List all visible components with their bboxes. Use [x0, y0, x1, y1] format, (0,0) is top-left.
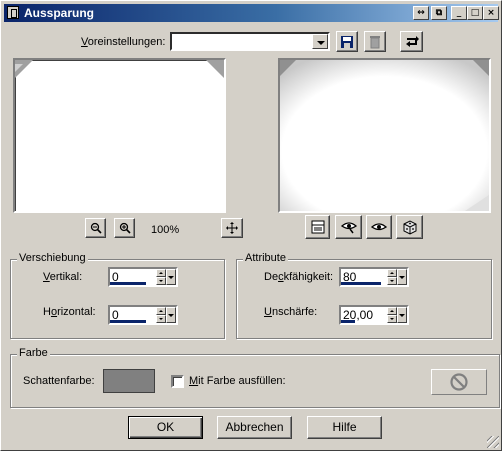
- zoom-out-button[interactable]: [85, 218, 106, 238]
- chevron-down-icon[interactable]: [312, 34, 328, 49]
- reset-button[interactable]: [400, 31, 423, 52]
- chevron-down-icon[interactable]: [397, 269, 407, 285]
- maximize-button[interactable]: □: [467, 6, 483, 20]
- ok-button[interactable]: OK: [128, 416, 203, 439]
- vertical-label: Vertikal:: [43, 271, 83, 283]
- dialog-window: Aussparung ↔ ⧉ _ □ × Voreinstellungen: 1…: [0, 0, 502, 451]
- preview-original-image: [15, 60, 224, 78]
- blur-label: Unschärfe:: [264, 306, 318, 318]
- shadow-color-label: Schattenfarbe:: [23, 375, 95, 387]
- up-arrow-icon[interactable]: [387, 269, 397, 277]
- resize-grip-icon[interactable]: [487, 436, 499, 448]
- zoom-out-icon: [90, 222, 102, 234]
- pan-button[interactable]: [221, 218, 243, 238]
- presets-combo[interactable]: [170, 32, 330, 51]
- down-arrow-icon[interactable]: [156, 315, 166, 323]
- horizontal-spinner[interactable]: 0: [108, 305, 178, 325]
- app-icon: [7, 6, 19, 19]
- chevron-down-icon[interactable]: [166, 307, 176, 323]
- save-icon: [341, 36, 353, 48]
- up-arrow-icon[interactable]: [156, 269, 166, 277]
- opacity-spinner[interactable]: 80: [339, 267, 409, 287]
- fill-color-button[interactable]: [431, 369, 487, 395]
- layout-icon: [311, 220, 324, 234]
- eye-icon: [370, 223, 388, 231]
- move-icon: [226, 222, 238, 234]
- opacity-label: Deckfähigkeit:: [264, 271, 334, 283]
- preview-original[interactable]: [13, 58, 226, 213]
- save-preset-button[interactable]: [336, 31, 358, 52]
- opacity-updown[interactable]: [387, 269, 397, 285]
- blur-updown[interactable]: [387, 307, 397, 323]
- random-button[interactable]: [396, 215, 423, 239]
- attributes-group-title: Attribute: [243, 252, 288, 264]
- cancel-button[interactable]: Abbrechen: [217, 416, 292, 439]
- eye-button[interactable]: [366, 215, 392, 239]
- reset-icon: [405, 36, 419, 47]
- eye-pick-button[interactable]: [335, 215, 362, 239]
- horizontal-label: Horizontal:: [43, 306, 96, 318]
- up-arrow-icon[interactable]: [156, 307, 166, 315]
- help-button[interactable]: Hilfe: [307, 416, 382, 439]
- preview-result[interactable]: [278, 58, 491, 213]
- vertical-slider-fill: [110, 282, 146, 285]
- delete-preset-button[interactable]: [364, 31, 386, 52]
- blur-spinner[interactable]: 20,00: [339, 305, 409, 325]
- eye-pick-icon: [340, 222, 357, 234]
- horizontal-updown[interactable]: [156, 307, 166, 323]
- vertical-updown[interactable]: [156, 269, 166, 285]
- zoom-level: 100%: [151, 224, 180, 236]
- vertical-spinner[interactable]: 0: [108, 267, 178, 287]
- window-title: Aussparung: [24, 6, 95, 20]
- title-bar[interactable]: Aussparung ↔ ⧉ _ □ ×: [4, 4, 499, 22]
- restore-small-button[interactable]: ⧉: [431, 6, 447, 20]
- pin-button[interactable]: ↔: [413, 6, 429, 20]
- horizontal-slider-fill: [110, 320, 146, 323]
- layout-button[interactable]: [305, 215, 330, 239]
- down-arrow-icon[interactable]: [387, 315, 397, 323]
- blur-slider-fill: [341, 320, 355, 323]
- chevron-down-icon[interactable]: [166, 269, 176, 285]
- shadow-color-swatch[interactable]: [103, 369, 155, 393]
- color-group-title: Farbe: [17, 347, 50, 359]
- zoom-in-icon: [119, 222, 131, 234]
- up-arrow-icon[interactable]: [387, 307, 397, 315]
- trash-icon: [370, 36, 380, 49]
- dice-icon: [403, 220, 416, 235]
- offset-group-title: Verschiebung: [17, 252, 88, 264]
- fill-with-color-label: Mit Farbe ausfüllen:: [189, 375, 286, 387]
- no-color-icon: [450, 373, 468, 391]
- chevron-down-icon[interactable]: [397, 307, 407, 323]
- presets-label: Voreinstellungen:: [81, 36, 166, 48]
- down-arrow-icon[interactable]: [387, 277, 397, 285]
- minimize-button[interactable]: _: [451, 6, 467, 20]
- close-button[interactable]: ×: [483, 6, 499, 20]
- opacity-slider-fill: [341, 282, 381, 285]
- down-arrow-icon[interactable]: [156, 277, 166, 285]
- fill-with-color-checkbox[interactable]: [171, 375, 184, 388]
- preview-result-image: [280, 60, 489, 211]
- zoom-in-button[interactable]: [114, 218, 135, 238]
